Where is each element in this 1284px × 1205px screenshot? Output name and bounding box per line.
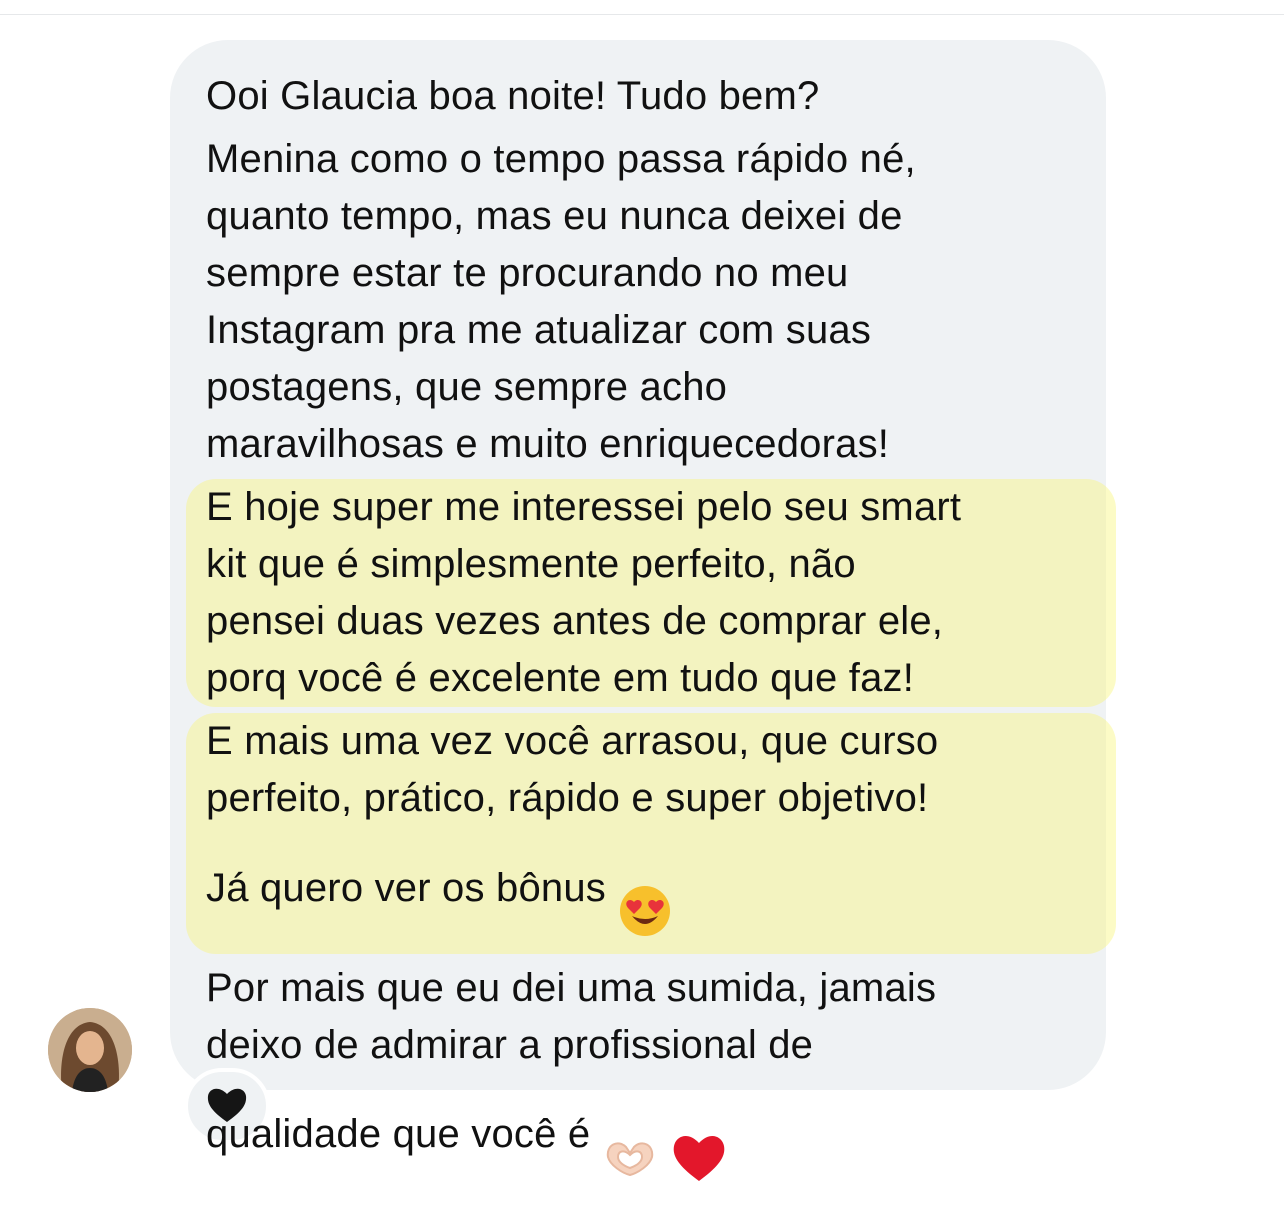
red-heart-icon <box>670 1074 728 1199</box>
message-text: Ooi Glaucia boa noite! Tudo bem? Menina … <box>186 68 1116 1205</box>
top-divider <box>0 14 1284 15</box>
avatar[interactable] <box>48 1008 132 1092</box>
message-paragraph-1: Ooi Glaucia boa noite! Tudo bem? <box>206 74 820 118</box>
heart-hands-icon <box>602 1078 658 1195</box>
message-paragraph-3-highlighted: E hoje super me interessei pelo seu smar… <box>186 479 1116 707</box>
message-paragraph-4-highlighted: E mais uma vez você arrasou, que curso p… <box>186 713 1116 954</box>
message-paragraph-2: Menina como o tempo passa rápido né, qua… <box>206 137 916 466</box>
message-paragraph-5: Por mais que eu dei uma sumida, jamais d… <box>206 960 1076 1199</box>
heart-eyes-face-icon <box>618 827 672 954</box>
